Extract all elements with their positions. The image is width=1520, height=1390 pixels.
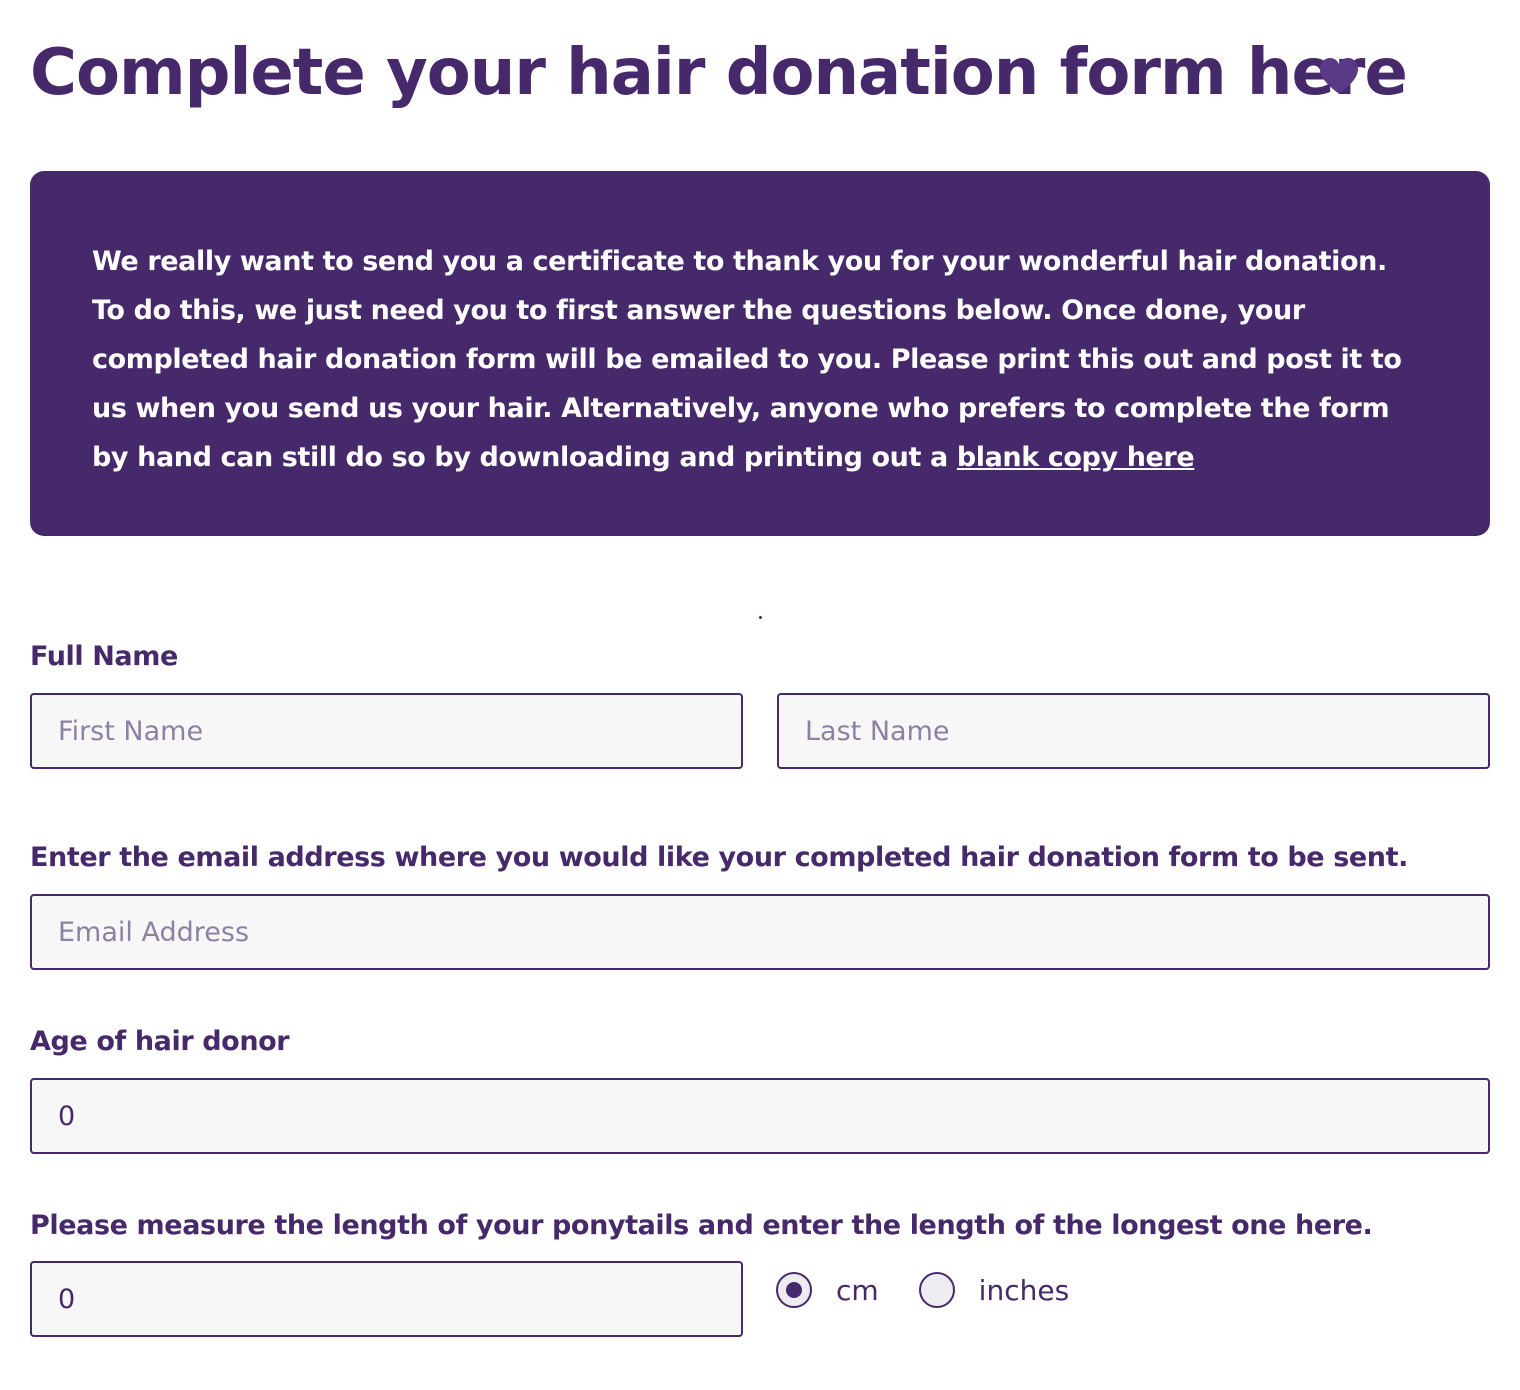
radio-cm[interactable]	[776, 1272, 812, 1308]
full-name-label: Full Name	[30, 641, 178, 672]
radio-inches-label: inches	[978, 1273, 1070, 1307]
heart-icon	[1320, 58, 1358, 94]
info-body: We really want to send you a certificate…	[92, 246, 1402, 473]
info-text: We really want to send you a certificate…	[92, 237, 1428, 482]
ponytail-length-input[interactable]	[30, 1261, 743, 1337]
email-label: Enter the email address where you would …	[30, 842, 1408, 873]
unit-option-cm[interactable]: cm	[776, 1272, 879, 1308]
ponytail-length-label: Please measure the length of your ponyta…	[30, 1210, 1373, 1241]
unit-option-inches[interactable]: inches	[918, 1272, 1070, 1308]
age-label: Age of hair donor	[30, 1026, 290, 1057]
radio-inches[interactable]	[918, 1272, 955, 1308]
info-box: We really want to send you a certificate…	[30, 171, 1490, 536]
unit-radio-group: cm inches	[776, 1268, 1069, 1312]
last-name-input[interactable]	[777, 693, 1490, 769]
divider-dot	[759, 616, 762, 619]
blank-copy-link[interactable]: blank copy here	[957, 442, 1195, 473]
email-input[interactable]	[30, 894, 1490, 970]
age-input[interactable]	[30, 1078, 1490, 1154]
radio-cm-label: cm	[836, 1273, 879, 1307]
first-name-input[interactable]	[30, 693, 743, 769]
page-title: Complete your hair donation form here	[30, 36, 1408, 110]
